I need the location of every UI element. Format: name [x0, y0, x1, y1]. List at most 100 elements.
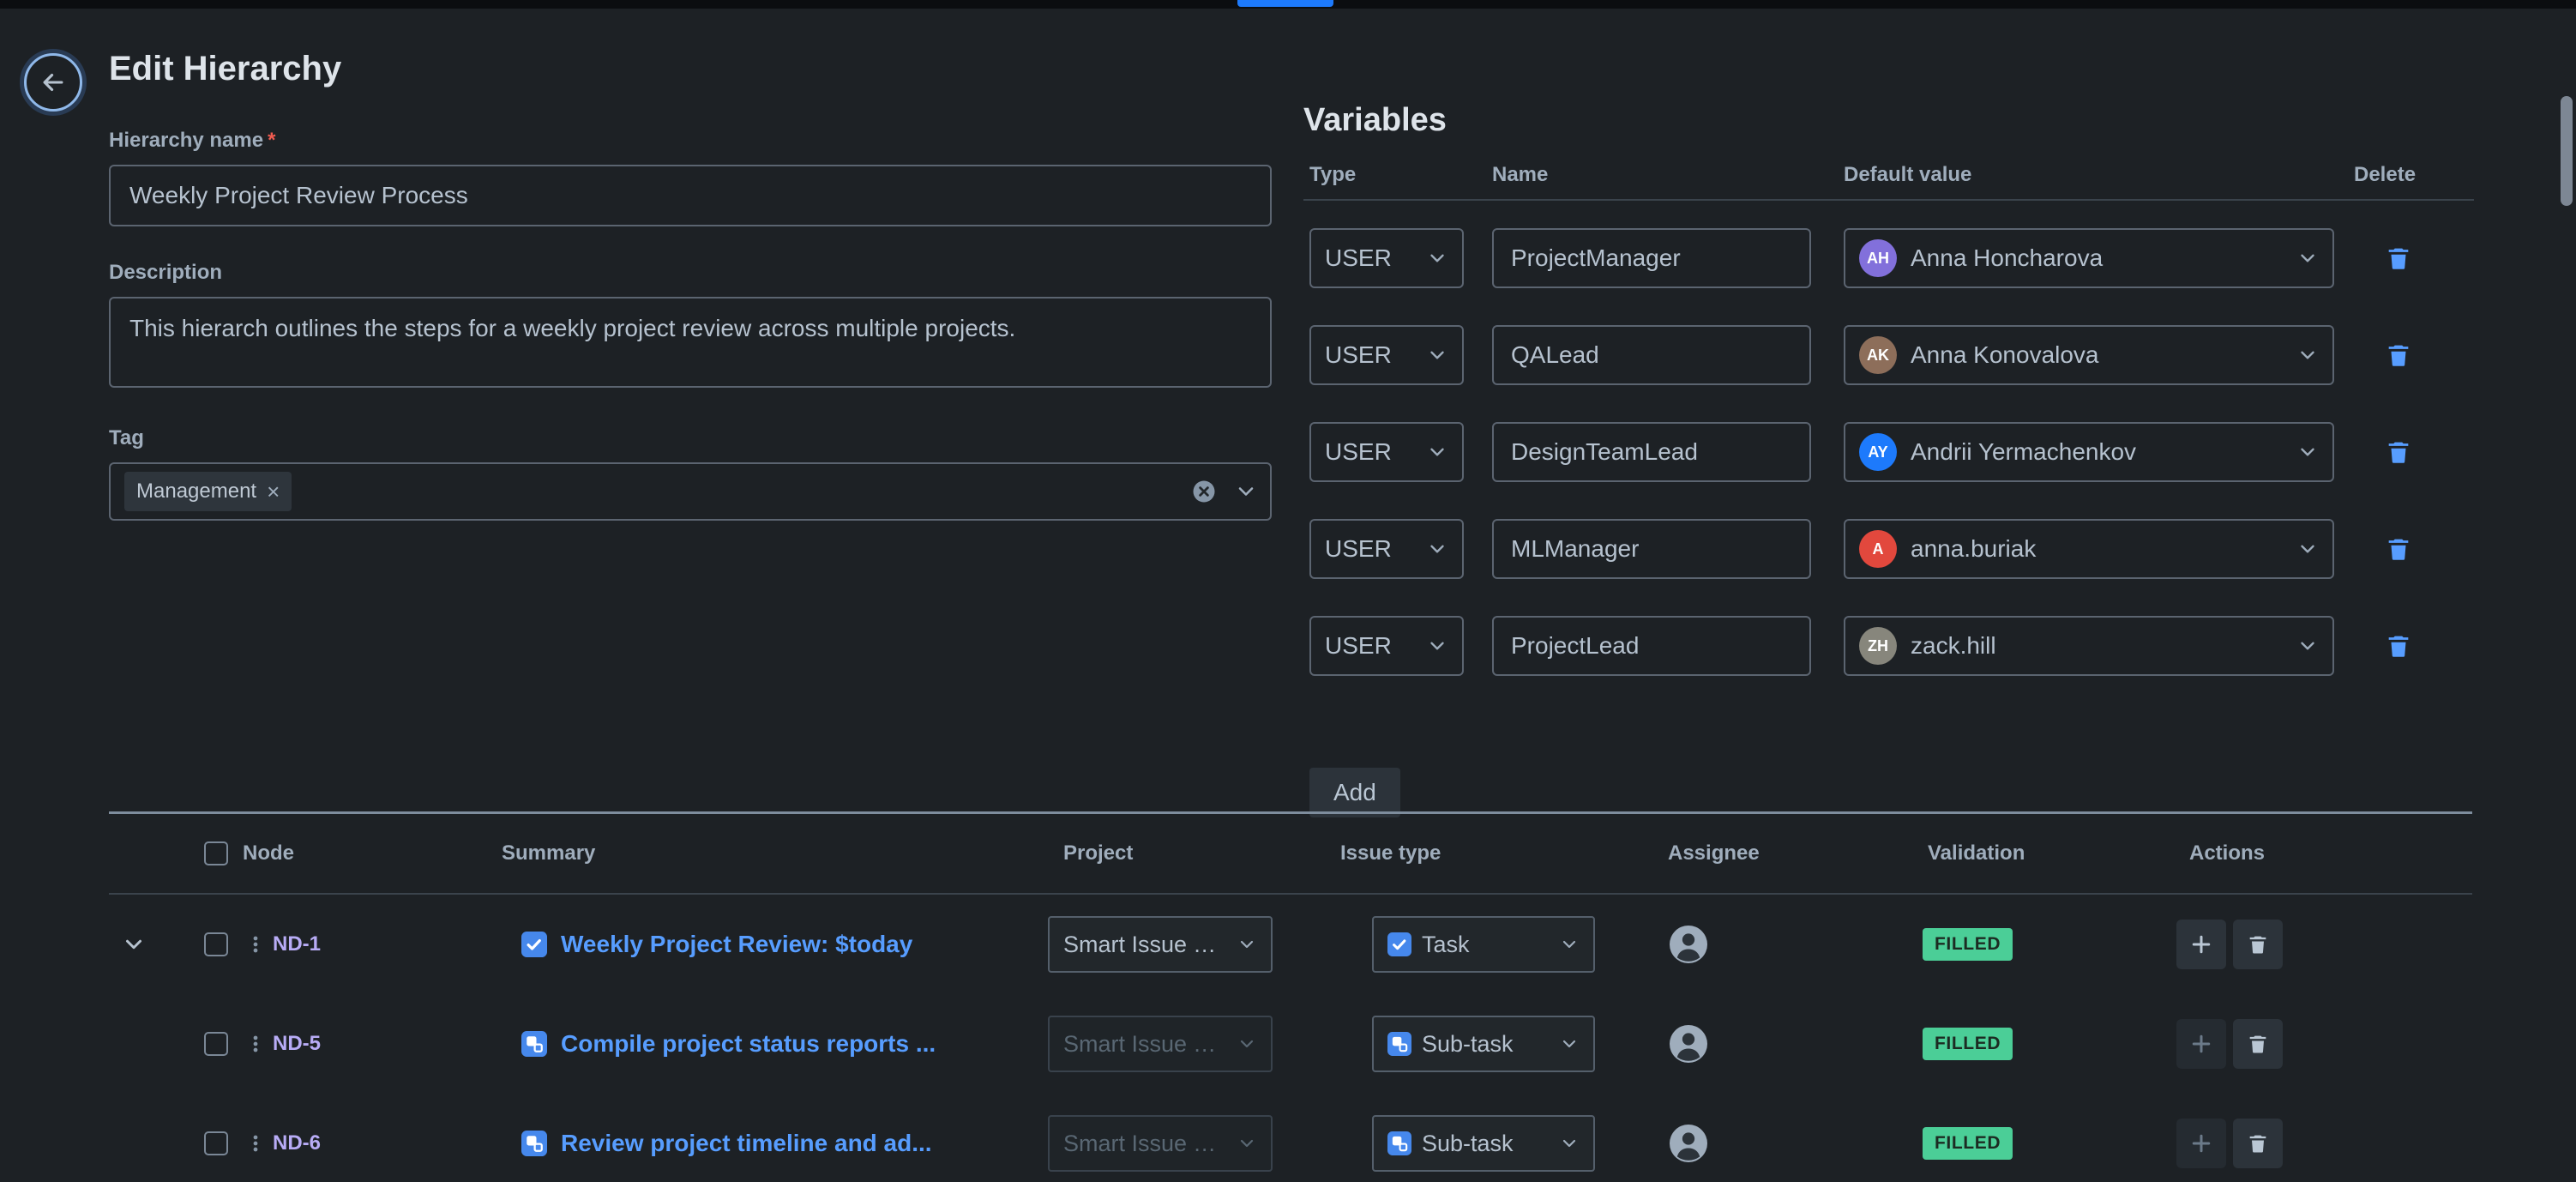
variable-name-input[interactable] — [1492, 616, 1811, 676]
project-value: Smart Issue Ten — [1063, 1031, 1226, 1058]
add-child-node-button[interactable] — [2176, 1119, 2226, 1168]
variable-type-select[interactable]: USER — [1309, 519, 1464, 579]
collapse-row-button[interactable] — [121, 932, 147, 957]
trash-icon — [2246, 1032, 2270, 1056]
issue-type-select[interactable]: Sub-task — [1372, 1016, 1595, 1072]
node-key: ND-1 — [273, 932, 321, 956]
delete-node-button[interactable] — [2233, 920, 2283, 969]
trash-icon — [2384, 244, 2413, 273]
project-select[interactable]: Smart Issue Ten — [1048, 916, 1273, 973]
table-header-assignee: Assignee — [1668, 841, 1760, 865]
variable-type-select[interactable]: USER — [1309, 325, 1464, 385]
tag-select[interactable]: Management × — [109, 462, 1272, 521]
delete-variable-button[interactable] — [2384, 534, 2413, 564]
summary-link[interactable]: Review project timeline and ad... — [561, 1130, 932, 1157]
description-input[interactable]: This hierarch outlines the steps for a w… — [109, 297, 1272, 388]
remove-tag-icon[interactable]: × — [267, 480, 280, 503]
required-marker: * — [268, 129, 275, 152]
subtask-icon — [1387, 1131, 1411, 1155]
variable-default-value: anna.buriak — [1911, 535, 2283, 563]
variable-name-input[interactable] — [1492, 228, 1811, 288]
user-avatar: A — [1859, 530, 1897, 568]
summary-link[interactable]: Compile project status reports ... — [561, 1030, 936, 1058]
variable-type-select[interactable]: USER — [1309, 422, 1464, 482]
assignee-avatar[interactable] — [1670, 926, 1707, 963]
node-key: ND-6 — [273, 1131, 321, 1155]
back-button[interactable] — [24, 53, 82, 112]
trash-icon — [2384, 341, 2413, 370]
trash-icon — [2384, 437, 2413, 467]
clear-tags-icon[interactable] — [1191, 479, 1217, 504]
task-icon — [521, 932, 547, 957]
scrollbar-thumb[interactable] — [2561, 96, 2573, 206]
variable-name-input[interactable] — [1492, 325, 1811, 385]
chevron-down-icon — [1237, 1133, 1257, 1154]
issue-type-value: Task — [1422, 932, 1470, 958]
variable-name-input[interactable] — [1492, 519, 1811, 579]
delete-variable-button[interactable] — [2384, 631, 2413, 660]
top-bar — [0, 0, 2576, 9]
page-title: Edit Hierarchy — [109, 50, 341, 88]
top-accent-bar — [1237, 0, 1333, 7]
delete-variable-button[interactable] — [2384, 437, 2413, 467]
hierarchy-form: Hierarchy name* Description This hierarc… — [109, 129, 1272, 521]
summary-link[interactable]: Weekly Project Review: $today — [561, 931, 912, 958]
delete-node-button[interactable] — [2233, 1019, 2283, 1069]
issue-type-select[interactable]: Sub-task — [1372, 1115, 1595, 1172]
subtask-icon — [521, 1131, 547, 1156]
variable-type-value: USER — [1325, 632, 1392, 660]
add-child-node-button[interactable] — [2176, 1019, 2226, 1069]
delete-variable-button[interactable] — [2384, 341, 2413, 370]
row-checkbox[interactable] — [204, 932, 228, 956]
variable-row: USER ZH zack.hill — [1303, 616, 2474, 676]
variable-type-select[interactable]: USER — [1309, 228, 1464, 288]
variable-type-select[interactable]: USER — [1309, 616, 1464, 676]
validation-badge: FILLED — [1923, 1028, 2013, 1060]
edit-hierarchy-screen: Edit Hierarchy Hierarchy name* Descripti… — [0, 0, 2576, 1182]
variable-default-value: Anna Konovalova — [1911, 341, 2283, 369]
delete-variable-button[interactable] — [2384, 244, 2413, 273]
chevron-down-icon — [1426, 538, 1448, 560]
select-all-checkbox[interactable] — [204, 841, 228, 865]
variable-name-input[interactable] — [1492, 422, 1811, 482]
hierarchy-name-label-text: Hierarchy name — [109, 129, 263, 152]
add-child-node-button[interactable] — [2176, 920, 2226, 969]
tag-chip[interactable]: Management × — [124, 472, 292, 511]
person-icon — [1670, 926, 1707, 963]
add-variable-button[interactable]: Add — [1309, 768, 1400, 817]
hierarchy-name-input[interactable] — [109, 165, 1272, 226]
variables-panel: Variables Type Name Default value Delete… — [1303, 101, 2474, 817]
node-key: ND-5 — [273, 1032, 321, 1056]
chevron-down-icon — [1237, 1034, 1257, 1054]
drag-handle[interactable] — [244, 1033, 267, 1055]
drag-handle[interactable] — [244, 1132, 267, 1155]
table-header-project: Project — [1063, 841, 1133, 865]
subtask-icon — [521, 1031, 547, 1057]
drag-handle-icon — [244, 1033, 267, 1055]
row-checkbox[interactable] — [204, 1131, 228, 1155]
plus-icon — [2188, 1031, 2214, 1057]
variable-default-select[interactable]: AY Andrii Yermachenkov — [1844, 422, 2334, 482]
delete-node-button[interactable] — [2233, 1119, 2283, 1168]
row-checkbox[interactable] — [204, 1032, 228, 1056]
hierarchy-name-label: Hierarchy name* — [109, 129, 1272, 153]
variable-default-select[interactable]: A anna.buriak — [1844, 519, 2334, 579]
plus-icon — [2188, 932, 2214, 957]
variable-row: USER AH Anna Honcharova — [1303, 228, 2474, 288]
drag-handle[interactable] — [244, 933, 267, 956]
issue-type-value: Sub-task — [1422, 1031, 1514, 1058]
table-row: ND-5 Compile project status reports ... … — [109, 994, 2472, 1094]
plus-icon — [2188, 1131, 2214, 1156]
chevron-down-icon — [1426, 635, 1448, 657]
assignee-avatar[interactable] — [1670, 1025, 1707, 1063]
table-header-validation: Validation — [1928, 841, 2025, 865]
variables-title: Variables — [1303, 101, 2474, 139]
user-avatar: AK — [1859, 336, 1897, 374]
assignee-avatar[interactable] — [1670, 1125, 1707, 1162]
variable-default-select[interactable]: ZH zack.hill — [1844, 616, 2334, 676]
issue-type-select[interactable]: Task — [1372, 916, 1595, 973]
trash-icon — [2246, 932, 2270, 956]
variable-default-select[interactable]: AH Anna Honcharova — [1844, 228, 2334, 288]
variable-default-select[interactable]: AK Anna Konovalova — [1844, 325, 2334, 385]
variables-header-type: Type — [1309, 163, 1356, 187]
